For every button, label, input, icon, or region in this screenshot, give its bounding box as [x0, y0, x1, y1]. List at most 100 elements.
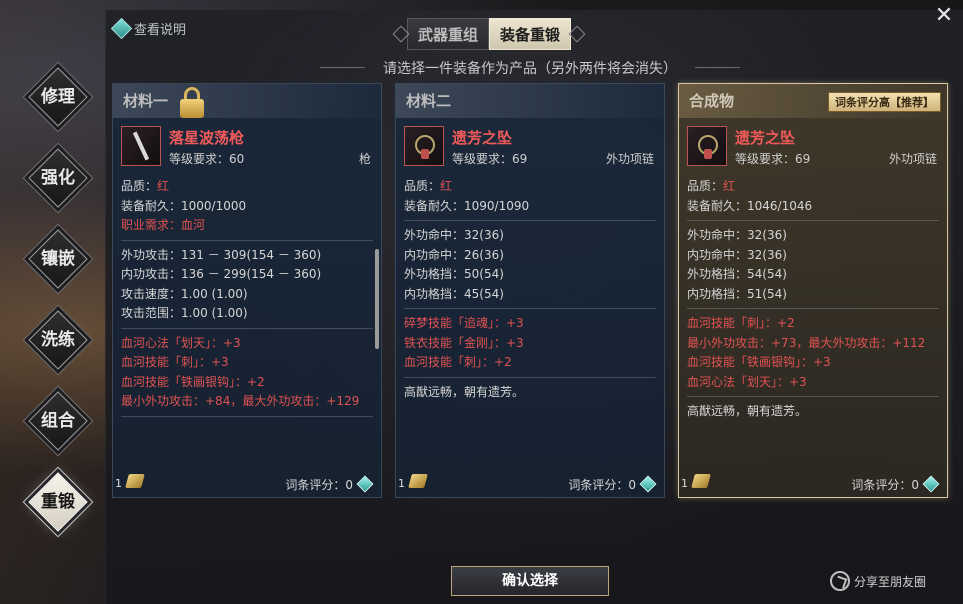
affix-line: 碎梦技能「追魂」：+3 — [404, 316, 524, 330]
affix-line: 血河技能「刺」：+2 — [404, 355, 512, 369]
confirm-button[interactable]: 确认选择 — [451, 566, 609, 596]
instruction-text: 请选择一件装备作为产品（另外两件将会消失） — [320, 58, 740, 78]
necklace-icon — [687, 126, 727, 166]
stat-line: 外功攻击：131 － 309(154 － 360) — [121, 247, 322, 262]
gem-icon — [356, 475, 374, 493]
help-label: 查看说明 — [134, 23, 187, 38]
stat-line: 外功格挡：50(54) — [404, 267, 504, 281]
item-type: 外功项链 — [605, 152, 654, 166]
item-type: 外功项链 — [888, 152, 937, 166]
nav-refine-label: 洗练 — [41, 330, 75, 350]
scrollbar[interactable] — [375, 249, 379, 349]
affix-line: 血河技能「刺」：+3 — [121, 355, 229, 369]
class-req-line: 职业需求：血河 — [121, 218, 206, 232]
affix-line: 最小外功攻击：+73，最大外功攻击：+112 — [687, 335, 926, 350]
quality-line: 品质：红 — [121, 179, 170, 193]
stat-line: 内功命中：26(36) — [404, 247, 504, 262]
material-panel-1[interactable]: 材料一 落星波荡枪 等级要求：60 枪 品质：红 装备耐久：1000/1000 … — [112, 83, 382, 498]
divider — [121, 239, 373, 241]
share-button[interactable]: 分享至朋友圈 — [830, 571, 926, 591]
item-summary: 遗芳之坠 等级要求：69 外功项链 — [404, 126, 656, 168]
affix-line: 血河心法「划天」：+3 — [687, 374, 807, 389]
item-description: 高猷远畅，朝有遗芳。 — [404, 384, 525, 399]
item-type: 枪 — [358, 152, 371, 166]
panel-header: 材料一 — [113, 84, 381, 118]
tab-equipment-reforge[interactable]: 装备重锻 — [489, 18, 572, 50]
stat-line: 内功格挡：45(54) — [404, 286, 504, 301]
nav-combine[interactable]: 组合 — [27, 390, 89, 452]
item-stats: 品质：红 装备耐久：1090/1090 外功命中：32(36) 内功命中：26(… — [404, 177, 656, 402]
spear-icon — [121, 126, 161, 166]
panel-footer: 1 词条评分：0 — [113, 469, 381, 497]
stat-line: 外功命中：32(36) — [404, 228, 504, 242]
divider — [687, 220, 939, 221]
stat-line: 内功攻击：136 － 299(154 － 360) — [121, 267, 322, 281]
item-name: 遗芳之坠 — [735, 129, 796, 147]
item-count: 1 — [681, 477, 688, 490]
help-link[interactable]: 查看说明 — [110, 17, 187, 40]
divider — [404, 308, 656, 309]
item-stats: 品质：红 装备耐久：1046/1046 外功命中：32(36) 内功命中：32(… — [687, 177, 939, 422]
material-panel-2[interactable]: 材料二 遗芳之坠 等级要求：69 外功项链 品质：红 装备耐久：1090/109… — [395, 83, 665, 498]
nav-enhance[interactable]: 强化 — [27, 147, 89, 209]
tab-weapon-recombine[interactable]: 武器重组 — [407, 18, 490, 50]
nav-repair-label: 修理 — [41, 87, 75, 107]
scroll-icon — [691, 474, 711, 488]
item-level-req: 等级要求：69 — [452, 152, 528, 166]
stat-line: 攻击范围：1.00 (1.00) — [121, 306, 248, 320]
divider — [687, 396, 939, 397]
affix-score: 词条评分：0 — [285, 478, 353, 492]
panel-footer: 1 词条评分：0 — [679, 469, 947, 497]
share-label: 分享至朋友圈 — [854, 574, 927, 589]
durability-line: 装备耐久：1090/1090 — [404, 198, 530, 213]
nav-reforge-label: 重锻 — [41, 492, 75, 512]
affix-line: 最小外功攻击：+84，最大外功攻击：+129 — [121, 394, 360, 408]
stat-line: 内功格挡：51(54) — [687, 286, 787, 301]
divider — [404, 220, 656, 221]
item-count: 1 — [398, 477, 405, 490]
help-gem-icon — [110, 17, 133, 40]
durability-line: 装备耐久：1000/1000 — [121, 198, 247, 213]
affix-line: 血河技能「铁画银钩」：+3 — [687, 355, 831, 369]
panel-header: 材料二 — [396, 84, 664, 118]
divider — [121, 415, 373, 417]
quality-line: 品质：红 — [404, 179, 453, 193]
item-summary: 落星波荡枪 等级要求：60 枪 — [121, 126, 373, 168]
close-button[interactable]: ✕ — [934, 3, 954, 28]
nav-combine-label: 组合 — [41, 411, 75, 431]
stat-line: 内功命中：32(36) — [687, 247, 787, 262]
item-count: 1 — [115, 477, 122, 490]
divider — [687, 308, 939, 309]
divider — [404, 376, 656, 378]
close-icon: ✕ — [934, 3, 954, 28]
stat-line: 外功格挡：54(54) — [687, 267, 787, 281]
affix-line: 血河技能「铁画银钩」：+2 — [121, 374, 265, 389]
nav-inlay-label: 镶嵌 — [41, 249, 75, 269]
durability-line: 装备耐久：1046/1046 — [687, 198, 813, 213]
item-description: 高猷远畅，朝有遗芳。 — [687, 404, 808, 418]
nav-reforge[interactable]: 重锻 — [27, 471, 89, 533]
necklace-icon — [404, 126, 444, 166]
item-level-req: 等级要求：69 — [735, 152, 811, 166]
share-icon — [830, 571, 850, 591]
nav-enhance-label: 强化 — [41, 168, 75, 188]
nav-repair[interactable]: 修理 — [27, 66, 89, 128]
item-stats: 品质：红 装备耐久：1000/1000 职业需求：血河 外功攻击：131 － 3… — [121, 177, 373, 422]
nav-refine[interactable]: 洗练 — [27, 309, 89, 371]
lock-icon[interactable] — [177, 85, 207, 119]
nav-inlay[interactable]: 镶嵌 — [27, 228, 89, 290]
item-summary: 遗芳之坠 等级要求：69 外功项链 — [687, 126, 939, 168]
scroll-icon — [125, 474, 145, 488]
tab-bar: 武器重组 装备重锻 — [407, 18, 572, 50]
scroll-icon — [408, 474, 428, 488]
affix-line: 血河技能「刺」：+2 — [687, 316, 795, 330]
affix-line: 血河心法「划天」：+3 — [121, 335, 241, 350]
item-name: 遗芳之坠 — [452, 129, 513, 147]
divider — [121, 327, 373, 329]
stat-line: 外功命中：32(36) — [687, 228, 787, 242]
stat-line: 攻击速度：1.00 (1.00) — [121, 286, 248, 301]
gem-icon — [639, 475, 657, 493]
affix-line: 铁衣技能「金刚」：+3 — [404, 335, 524, 350]
gem-icon — [922, 475, 940, 493]
product-panel[interactable]: 合成物 词条评分高【推荐】 遗芳之坠 等级要求：69 外功项链 品质：红 装备耐… — [678, 83, 948, 498]
